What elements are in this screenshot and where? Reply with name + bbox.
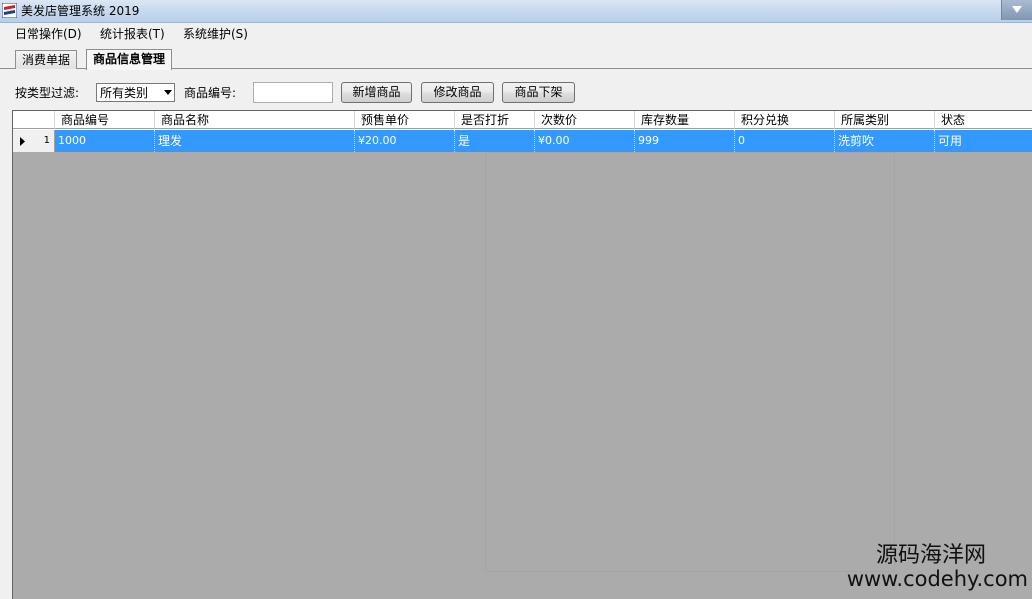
menu-bar: 日常操作(D) 统计报表(T) 系统维护(S): [0, 23, 1032, 45]
cell-price[interactable]: ¥20.00: [355, 130, 455, 152]
add-product-button[interactable]: 新增商品: [341, 82, 412, 103]
grid-header: 商品编号 商品名称 预售单价 是否打折 次数价 库存数量 积分兑换 所属类别 状…: [13, 111, 1032, 130]
cell-name[interactable]: 理发: [155, 130, 355, 152]
cell-code[interactable]: 1000: [55, 130, 155, 152]
column-header-status[interactable]: 状态: [935, 111, 1032, 129]
cell-times-price[interactable]: ¥0.00: [535, 130, 635, 152]
window-menu-button[interactable]: [1001, 0, 1032, 20]
cell-category[interactable]: 洗剪吹: [835, 130, 935, 152]
chevron-down-icon: [164, 90, 172, 95]
menu-statistics-reports[interactable]: 统计报表(T): [100, 27, 165, 41]
cell-stock[interactable]: 999: [635, 130, 735, 152]
menu-system-maintenance[interactable]: 系统维护(S): [183, 27, 248, 41]
watermark-url: www.codehy.com: [846, 567, 1028, 591]
column-header-stock[interactable]: 库存数量: [635, 111, 735, 129]
filter-label: 按类型过滤:: [15, 86, 80, 100]
background-artifact: [485, 152, 895, 572]
product-grid[interactable]: 商品编号 商品名称 预售单价 是否打折 次数价 库存数量 积分兑换 所属类别 状…: [12, 110, 1032, 599]
category-filter-value: 所有类别: [100, 86, 149, 100]
row-header[interactable]: 1: [13, 130, 55, 152]
column-header-discount[interactable]: 是否打折: [455, 111, 535, 129]
column-header-name[interactable]: 商品名称: [155, 111, 355, 129]
remove-product-button[interactable]: 商品下架: [502, 82, 575, 103]
column-header-times-price[interactable]: 次数价: [535, 111, 635, 129]
row-number: 1: [43, 135, 50, 146]
product-code-label: 商品编号:: [184, 86, 237, 100]
title-bar: 美发店管理系统 2019: [0, 0, 1032, 23]
tab-product-management[interactable]: 商品信息管理: [86, 49, 173, 70]
cell-discount[interactable]: 是: [455, 130, 535, 152]
window-title: 美发店管理系统 2019: [21, 4, 140, 18]
table-row[interactable]: 1 1000 理发 ¥20.00 是 ¥0.00 999 0 洗剪吹 可用: [13, 130, 1032, 152]
column-header-price[interactable]: 预售单价: [355, 111, 455, 129]
grid-corner-cell: [13, 111, 55, 129]
tab-consumption-receipts[interactable]: 消费单据: [15, 50, 78, 69]
edit-product-button[interactable]: 修改商品: [421, 82, 494, 103]
product-code-input[interactable]: [253, 82, 333, 103]
cell-status[interactable]: 可用: [935, 130, 1032, 152]
cell-points[interactable]: 0: [735, 130, 835, 152]
column-header-code[interactable]: 商品编号: [55, 111, 155, 129]
app-icon: [2, 3, 17, 18]
current-row-arrow-icon: [20, 137, 25, 146]
column-header-points[interactable]: 积分兑换: [735, 111, 835, 129]
category-filter-select[interactable]: 所有类别: [96, 83, 175, 102]
menu-daily-operations[interactable]: 日常操作(D): [15, 27, 82, 41]
watermark-title: 源码海洋网: [875, 543, 986, 568]
column-header-category[interactable]: 所属类别: [835, 111, 935, 129]
dropdown-arrow-icon: [1012, 6, 1022, 13]
